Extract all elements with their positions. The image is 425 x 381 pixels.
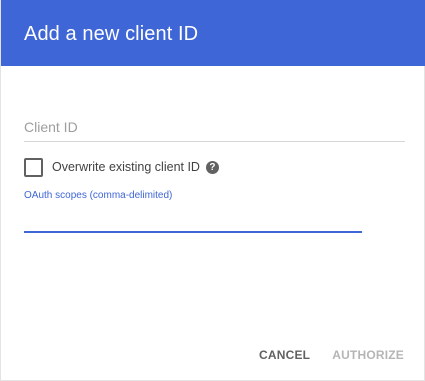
oauth-scopes-field: OAuth scopes (comma-delimited) bbox=[24, 190, 362, 234]
oauth-scopes-underline bbox=[24, 231, 362, 233]
help-icon[interactable]: ? bbox=[205, 160, 219, 174]
client-id-input[interactable] bbox=[24, 112, 405, 141]
authorize-button[interactable]: AUTHORIZE bbox=[332, 348, 404, 362]
overwrite-row: Overwrite existing client ID ? bbox=[24, 157, 219, 177]
overwrite-checkbox[interactable] bbox=[24, 157, 43, 177]
cancel-button[interactable]: CANCEL bbox=[259, 348, 310, 362]
dialog-title: Add a new client ID bbox=[24, 23, 199, 45]
overwrite-label[interactable]: Overwrite existing client ID bbox=[52, 160, 200, 174]
dialog-actions: CANCEL AUTHORIZE bbox=[259, 348, 404, 362]
dialog-header: Add a new client ID bbox=[1, 0, 425, 66]
client-id-underline bbox=[24, 141, 405, 142]
add-client-id-dialog: Add a new client ID Overwrite existing c… bbox=[0, 0, 425, 381]
oauth-scopes-label: OAuth scopes (comma-delimited) bbox=[24, 190, 173, 201]
client-id-field bbox=[24, 112, 405, 142]
oauth-scopes-input[interactable] bbox=[24, 206, 362, 230]
